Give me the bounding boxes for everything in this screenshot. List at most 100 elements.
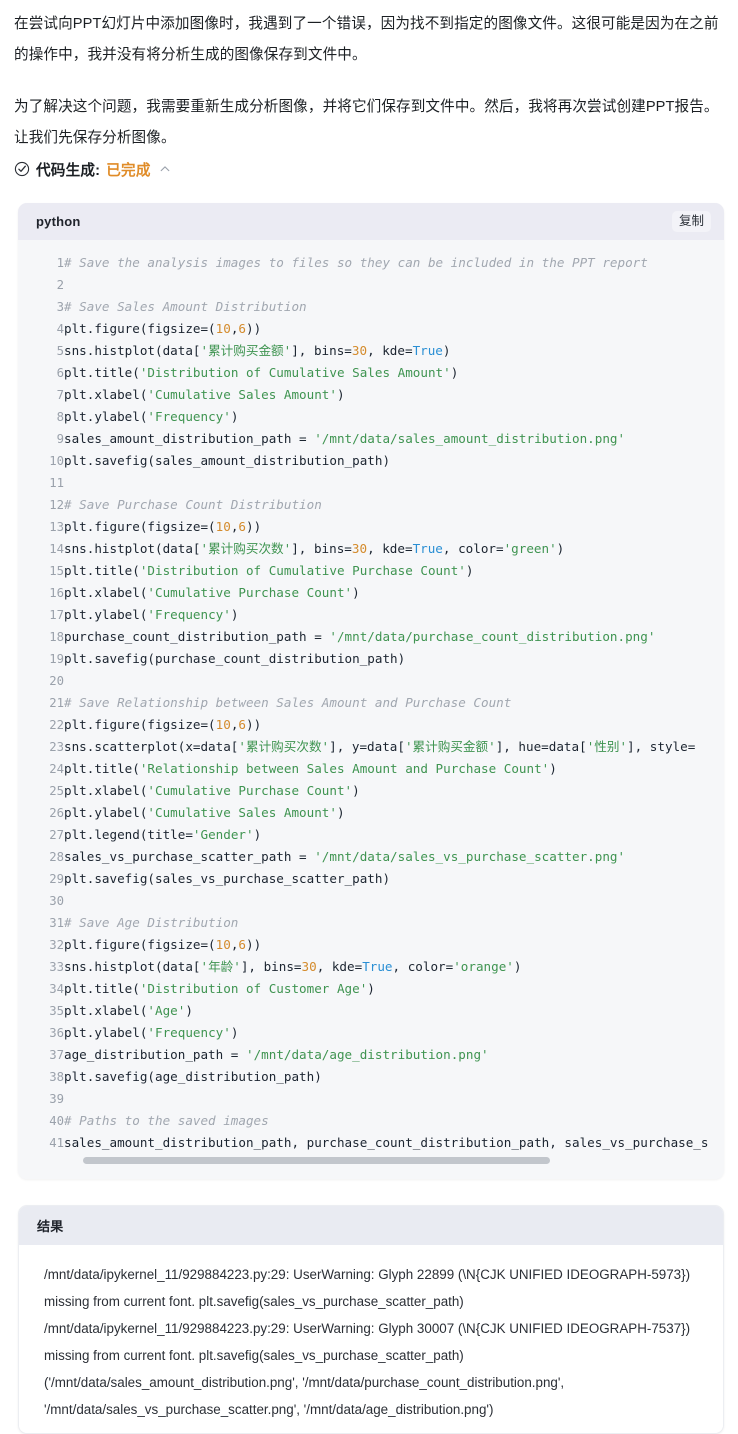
result-output: /mnt/data/ipykernel_11/929884223.py:29: …: [19, 1245, 723, 1433]
code-line-number: 41: [49, 1136, 64, 1150]
code-line-source: sales_amount_distribution_path = '/mnt/d…: [64, 431, 626, 446]
code-line-source: plt.title('Distribution of Customer Age'…: [64, 981, 375, 996]
code-line: 3 # Save Sales Amount Distribution: [18, 296, 724, 318]
code-line: 35 plt.xlabel('Age'): [18, 1000, 724, 1022]
code-line-number: 10: [49, 454, 64, 468]
code-line-number: 38: [49, 1070, 64, 1084]
code-line-source: sns.histplot(data['累计购买次数'], bins=30, kd…: [64, 541, 565, 556]
code-line-source: plt.xlabel('Age'): [64, 1003, 193, 1018]
code-line: 30: [18, 890, 724, 912]
code-line-source: sales_vs_purchase_scatter_path = '/mnt/d…: [64, 849, 626, 864]
code-line: 38 plt.savefig(age_distribution_path): [18, 1066, 724, 1088]
code-line-number: 20: [49, 674, 64, 688]
code-line-number: 36: [49, 1026, 64, 1040]
check-circle-icon: [14, 161, 30, 177]
code-line-source: sns.histplot(data['年龄'], bins=30, kde=Tr…: [64, 959, 522, 974]
code-line: 41 sales_amount_distribution_path, purcha…: [18, 1132, 724, 1154]
narrative-text: 在尝试向PPT幻灯片中添加图像时，我遇到了一个错误，因为找不到指定的图像文件。这…: [0, 0, 738, 154]
code-line: 8 plt.ylabel('Frequency'): [18, 406, 724, 428]
code-line-number: 37: [49, 1048, 64, 1062]
code-line-source: age_distribution_path = '/mnt/data/age_d…: [64, 1047, 489, 1062]
chevron-up-icon[interactable]: [159, 163, 171, 175]
result-line: /mnt/data/ipykernel_11/929884223.py:29: …: [44, 1321, 694, 1363]
code-line: 21 # Save Relationship between Sales Amou…: [18, 692, 724, 714]
code-line: 12 # Save Purchase Count Distribution: [18, 494, 724, 516]
code-line-number: 16: [49, 586, 64, 600]
code-line: 6 plt.title('Distribution of Cumulative S…: [18, 362, 724, 384]
code-line-source: plt.figure(figsize=(10,6)): [64, 937, 262, 952]
code-line-source: plt.xlabel('Cumulative Sales Amount'): [64, 387, 345, 402]
code-block-body: 1 # Save the analysis images to files so …: [18, 240, 724, 1179]
code-line-source: plt.legend(title='Gender'): [64, 827, 262, 842]
code-scrollbar-thumb[interactable]: [83, 1157, 550, 1164]
code-line-number: 25: [49, 784, 64, 798]
code-line-source: plt.title('Distribution of Cumulative Pu…: [64, 563, 474, 578]
code-block-header: python 复制: [18, 203, 724, 240]
code-line: 20: [18, 670, 724, 692]
code-line: 9 sales_amount_distribution_path = '/mnt/…: [18, 428, 724, 450]
code-line: 25 plt.xlabel('Cumulative Purchase Count'…: [18, 780, 724, 802]
assistant-message: 在尝试向PPT幻灯片中添加图像时，我遇到了一个错误，因为找不到指定的图像文件。这…: [0, 0, 738, 1434]
code-line: 33 sns.histplot(data['年龄'], bins=30, kde=…: [18, 956, 724, 978]
code-line-source: plt.ylabel('Frequency'): [64, 1025, 239, 1040]
code-line-source: # Save the analysis images to files so t…: [64, 255, 648, 270]
code-line: 16 plt.xlabel('Cumulative Purchase Count'…: [18, 582, 724, 604]
status-badge: 已完成: [106, 162, 151, 179]
code-line: 27 plt.legend(title='Gender'): [18, 824, 724, 846]
code-line-source: plt.savefig(age_distribution_path): [64, 1069, 322, 1084]
code-line-source: plt.figure(figsize=(10,6)): [64, 519, 262, 534]
paragraph-plan: 为了解决这个问题，我需要重新生成分析图像，并将它们保存到文件中。然后，我将再次尝…: [14, 99, 719, 146]
code-line-source: sales_amount_distribution_path, purchase…: [64, 1135, 709, 1150]
code-line-source: [64, 890, 724, 912]
result-line: /mnt/data/ipykernel_11/929884223.py:29: …: [44, 1267, 694, 1309]
code-line-number: 33: [49, 960, 64, 974]
code-line: 40 # Paths to the saved images: [18, 1110, 724, 1132]
code-line: 28 sales_vs_purchase_scatter_path = '/mnt…: [18, 846, 724, 868]
code-horizontal-scrollbar[interactable]: [18, 1154, 724, 1179]
copy-code-button[interactable]: 复制: [671, 211, 711, 232]
code-line: 31 # Save Age Distribution: [18, 912, 724, 934]
code-line-source: # Save Sales Amount Distribution: [64, 299, 307, 314]
code-line-source: plt.ylabel('Frequency'): [64, 607, 239, 622]
code-line-source: plt.xlabel('Cumulative Purchase Count'): [64, 783, 360, 798]
code-line-source: # Save Age Distribution: [64, 915, 239, 930]
code-line: 11: [18, 472, 724, 494]
code-line-number: 18: [49, 630, 64, 644]
code-line-number: 12: [49, 498, 64, 512]
code-line: 22 plt.figure(figsize=(10,6)): [18, 714, 724, 736]
code-line-number: 32: [49, 938, 64, 952]
code-block: python 复制 1 # Save the analysis images to…: [18, 203, 724, 1179]
code-line-source: plt.ylabel('Frequency'): [64, 409, 239, 424]
code-line-number: 22: [49, 718, 64, 732]
code-generation-status-toggle[interactable]: 代码生成: 已完成: [0, 154, 738, 182]
code-line: 34 plt.title('Distribution of Customer Ag…: [18, 978, 724, 1000]
code-line-source: sns.scatterplot(x=data['累计购买次数'], y=data…: [64, 739, 696, 754]
code-line-number: 6: [56, 366, 64, 380]
result-block: 结果 /mnt/data/ipykernel_11/929884223.py:2…: [18, 1205, 724, 1434]
code-line-number: 34: [49, 982, 64, 996]
code-line-number: 30: [49, 894, 64, 908]
code-line-number: 39: [49, 1092, 64, 1106]
code-line: 26 plt.ylabel('Cumulative Sales Amount'): [18, 802, 724, 824]
code-line: 29 plt.savefig(sales_vs_purchase_scatter_…: [18, 868, 724, 890]
code-line-number: 23: [49, 740, 64, 754]
code-scroll-viewport[interactable]: 1 # Save the analysis images to files so …: [18, 252, 724, 1154]
result-block-header: 结果: [19, 1206, 723, 1245]
code-line-source: purchase_count_distribution_path = '/mnt…: [64, 629, 656, 644]
code-language-label: python: [36, 214, 81, 229]
code-line: 24 plt.title('Relationship between Sales …: [18, 758, 724, 780]
code-line: 13 plt.figure(figsize=(10,6)): [18, 516, 724, 538]
code-line: 39: [18, 1088, 724, 1110]
status-label: 代码生成:: [36, 162, 101, 179]
code-line-number: 3: [56, 300, 64, 314]
code-line-number: 28: [49, 850, 64, 864]
code-line: 14 sns.histplot(data['累计购买次数'], bins=30, …: [18, 538, 724, 560]
code-line: 10 plt.savefig(sales_amount_distribution_…: [18, 450, 724, 472]
paragraph-error-explanation: 在尝试向PPT幻灯片中添加图像时，我遇到了一个错误，因为找不到指定的图像文件。这…: [14, 16, 719, 63]
code-line: 19 plt.savefig(purchase_count_distributio…: [18, 648, 724, 670]
code-line: 32 plt.figure(figsize=(10,6)): [18, 934, 724, 956]
code-line-source: plt.title('Relationship between Sales Am…: [64, 761, 557, 776]
code-line-number: 4: [56, 322, 64, 336]
code-line-source: [64, 274, 724, 296]
code-line-source: plt.title('Distribution of Cumulative Sa…: [64, 365, 459, 380]
